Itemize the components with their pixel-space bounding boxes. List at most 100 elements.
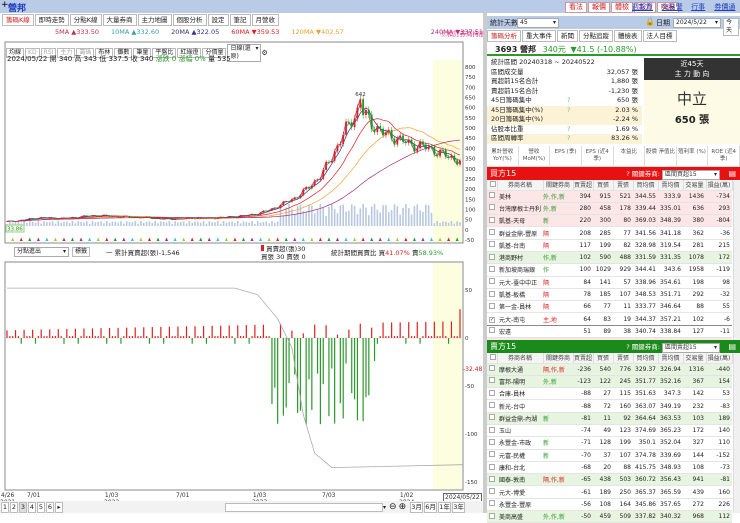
- column-header[interactable]: 賣均價: [658, 180, 684, 191]
- column-header[interactable]: 賣均價: [658, 353, 684, 364]
- row-checkbox[interactable]: [487, 510, 497, 523]
- row-checkbox[interactable]: [487, 214, 497, 228]
- column-header[interactable]: 買賣超: [573, 353, 594, 364]
- table-row[interactable]: 美林 外,作,新 394 915 521 344.55 333.9 1436 -734: [487, 190, 732, 203]
- range-2[interactable]: 1年: [438, 501, 452, 513]
- column-header[interactable]: 券商名稱: [497, 353, 544, 364]
- select-all-checkbox[interactable]: [487, 180, 498, 191]
- column-header[interactable]: 買張: [593, 180, 614, 191]
- column-header[interactable]: 關鍵券商: [543, 353, 574, 364]
- buy-scrollbar[interactable]: [733, 181, 740, 341]
- column-header[interactable]: 買均價: [633, 180, 659, 191]
- row-checkbox[interactable]: [487, 226, 497, 240]
- row-checkbox[interactable]: [487, 202, 497, 216]
- right-tab-1[interactable]: 重大事件: [522, 30, 556, 42]
- right-tab-4[interactable]: 體檢表: [614, 30, 642, 42]
- column-header[interactable]: 損益(萬): [706, 180, 733, 191]
- table-row[interactable]: 台灣摩根士丹利 外,新 280 458 178 339.44 335.01 636 293: [487, 202, 732, 216]
- page-5[interactable]: 6: [46, 501, 54, 513]
- column-header[interactable]: 賣張: [613, 353, 634, 364]
- export-icon[interactable]: ▤: [728, 167, 736, 180]
- export-icon[interactable]: ▤: [728, 340, 736, 353]
- table-row[interactable]: 合庫-員林 -88 27 115 351.63 347.3 142 53: [487, 387, 732, 401]
- lock-icon[interactable]: 🔒: [645, 17, 655, 26]
- branch-dropdown[interactable]: 分點進出 ▾: [14, 247, 69, 257]
- page-6[interactable]: ▸: [55, 501, 63, 513]
- row-checkbox[interactable]: [487, 498, 497, 512]
- column-header[interactable]: 買張: [593, 353, 614, 364]
- table-row[interactable]: 元大-博愛 -61 189 250 365.37 365.59 439 160: [487, 485, 732, 499]
- table-row[interactable]: 宏遠 51 89 38 340.74 338.84 127 -11: [487, 325, 732, 339]
- help-icon[interactable]: ?: [567, 134, 570, 144]
- sell-scrollbar[interactable]: [733, 354, 740, 513]
- gear-icon[interactable]: ⚙: [261, 49, 267, 57]
- row-checkbox[interactable]: [487, 325, 497, 339]
- table-row[interactable]: 群益金鼎-內湖新 -81 11 92 364.64 363.53 103 189: [487, 412, 732, 425]
- row-checkbox[interactable]: [487, 300, 497, 314]
- range-1[interactable]: 6月: [424, 501, 438, 513]
- right-tab-3[interactable]: 分點追蹤: [579, 30, 613, 42]
- page-0[interactable]: 1: [1, 501, 9, 513]
- help-icon[interactable]: ?: [567, 125, 570, 135]
- table-row[interactable]: 摩根大通 隔,作,新 -236 540 776 329.37 326.94 1316 -440: [487, 363, 732, 376]
- select-all-checkbox[interactable]: [487, 353, 498, 364]
- table-row[interactable]: 凱基-板橋隔 78 185 107 348.53 351.71 292 -32: [487, 288, 732, 302]
- top-button-1[interactable]: 報價: [588, 2, 610, 13]
- days-select[interactable]: 45 ▾: [517, 18, 559, 28]
- top-button-0[interactable]: 看法: [565, 2, 587, 13]
- column-header[interactable]: 賣張: [613, 180, 634, 191]
- row-checkbox[interactable]: [487, 288, 497, 302]
- page-1[interactable]: 2: [10, 501, 18, 513]
- column-header[interactable]: 買均價: [633, 353, 659, 364]
- symbol-input[interactable]: [225, 502, 383, 512]
- table-row[interactable]: 玉山 -74 49 123 374.69 365.23 172 140: [487, 424, 732, 438]
- date-picker[interactable]: 2024/5/22 ▾: [673, 18, 721, 28]
- help-icon[interactable]: ?: [567, 106, 570, 116]
- zoom-in-icon[interactable]: ⊕: [399, 502, 407, 512]
- row-checkbox[interactable]: [487, 387, 497, 401]
- right-tab-2[interactable]: 新聞: [557, 30, 578, 42]
- row-checkbox[interactable]: [487, 424, 497, 438]
- column-header[interactable]: 買賣超: [573, 180, 594, 191]
- today-button[interactable]: 今天: [723, 18, 739, 36]
- zoom-out-icon[interactable]: ⊖: [389, 502, 397, 512]
- sell-key-select[interactable]: 區間賣超15 ▾: [662, 342, 720, 353]
- table-row[interactable]: 康和-台北 -68 20 88 415.75 348.93 108 -73: [487, 461, 732, 475]
- column-header[interactable]: 交易量: [683, 180, 707, 191]
- page-4[interactable]: 5: [37, 501, 45, 513]
- table-row[interactable]: 富邦-陽明 外,新 -123 122 245 351.77 352.16 367 154: [487, 375, 732, 389]
- column-header[interactable]: 券商名稱: [497, 180, 544, 191]
- row-checkbox[interactable]: [487, 449, 497, 462]
- table-row[interactable]: 國泰-敦南 隔,作,新 -65 438 503 360.72 356.43 941 -81: [487, 473, 732, 487]
- range-3[interactable]: 3年: [452, 501, 466, 513]
- table-row[interactable]: 凱基-天母新 220 300 80 369.03 348.39 380 -804: [487, 214, 732, 228]
- column-header[interactable]: 關鍵券商: [543, 180, 574, 191]
- row-checkbox[interactable]: [487, 399, 497, 413]
- row-checkbox[interactable]: [487, 412, 497, 425]
- table-row[interactable]: 新加坡商瑞銀作 100 1029 929 344.41 343.6 1958 -119: [487, 263, 732, 277]
- row-checkbox[interactable]: [487, 473, 497, 487]
- row-checkbox[interactable]: [487, 436, 497, 450]
- row-checkbox[interactable]: [487, 239, 497, 252]
- table-row[interactable]: 新光-台中 -88 72 160 363.07 349.19 232 -83: [487, 399, 732, 413]
- row-checkbox[interactable]: [487, 461, 497, 475]
- table-row[interactable]: 凱基-台南隔 117 199 82 328.98 319.54 281 215: [487, 239, 732, 252]
- table-row[interactable]: 永豐金-豐原 -56 108 164 345.86 357.65 272 226: [487, 498, 732, 512]
- buy-key-select[interactable]: 區間買超15 ▾: [662, 169, 720, 180]
- row-checkbox[interactable]: [487, 276, 497, 289]
- column-header[interactable]: 損益(萬): [706, 353, 733, 364]
- table-row[interactable]: 元大-臺中中正隔 84 141 57 338.96 354.61 198 98: [487, 276, 732, 289]
- tag-button[interactable]: 標籤: [72, 247, 91, 257]
- right-tab-5[interactable]: 法人目標: [642, 30, 677, 42]
- table-row[interactable]: 美商高盛 外,作,新 -50 459 509 337.82 340.32 968 112: [487, 510, 732, 523]
- table-row[interactable]: 群益金鼎-豐原隔 208 285 77 341.56 341.18 362 -36: [487, 226, 732, 240]
- row-checkbox[interactable]: [487, 190, 497, 203]
- table-row[interactable]: 元富-民權新 -70 37 107 374.78 339.69 144 -152: [487, 449, 732, 462]
- row-checkbox[interactable]: ✓: [487, 312, 497, 326]
- row-checkbox[interactable]: [487, 263, 497, 277]
- column-header[interactable]: 交易量: [683, 353, 707, 364]
- table-row[interactable]: ✓ 元大-南屯 主,地 64 83 19 344.37 357.21 102 -6: [487, 312, 732, 326]
- chevron-down-icon[interactable]: ▾: [383, 504, 386, 511]
- right-tab-0[interactable]: 籌碼分析: [487, 30, 521, 42]
- row-checkbox[interactable]: [487, 251, 497, 265]
